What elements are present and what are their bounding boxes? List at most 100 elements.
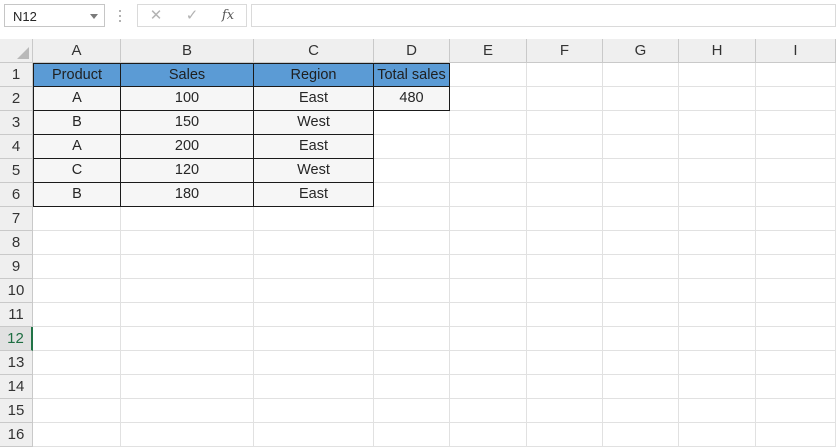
cell-f7[interactable] bbox=[527, 207, 603, 231]
cell-i15[interactable] bbox=[756, 399, 836, 423]
cell-a9[interactable] bbox=[33, 255, 121, 279]
cell-d15[interactable] bbox=[374, 399, 450, 423]
cell-g10[interactable] bbox=[603, 279, 679, 303]
cell-h1[interactable] bbox=[679, 63, 756, 87]
cell-b3[interactable]: 150 bbox=[121, 111, 254, 135]
cell-h8[interactable] bbox=[679, 231, 756, 255]
cell-a8[interactable] bbox=[33, 231, 121, 255]
row-header-4[interactable]: 4 bbox=[0, 135, 33, 159]
cell-h3[interactable] bbox=[679, 111, 756, 135]
checkmark-icon[interactable]: ✓ bbox=[182, 8, 202, 24]
cell-f11[interactable] bbox=[527, 303, 603, 327]
cell-f13[interactable] bbox=[527, 351, 603, 375]
row-header-13[interactable]: 13 bbox=[0, 351, 33, 375]
cell-b8[interactable] bbox=[121, 231, 254, 255]
cell-b16[interactable] bbox=[121, 423, 254, 447]
cell-i16[interactable] bbox=[756, 423, 836, 447]
row-header-2[interactable]: 2 bbox=[0, 87, 33, 111]
cell-a6[interactable]: B bbox=[33, 183, 121, 207]
row-header-8[interactable]: 8 bbox=[0, 231, 33, 255]
column-header-c[interactable]: C bbox=[254, 39, 374, 63]
cell-g16[interactable] bbox=[603, 423, 679, 447]
cell-d8[interactable] bbox=[374, 231, 450, 255]
cell-f8[interactable] bbox=[527, 231, 603, 255]
cell-i2[interactable] bbox=[756, 87, 836, 111]
row-header-11[interactable]: 11 bbox=[0, 303, 33, 327]
cell-a14[interactable] bbox=[33, 375, 121, 399]
cell-e15[interactable] bbox=[450, 399, 527, 423]
cell-b5[interactable]: 120 bbox=[121, 159, 254, 183]
column-header-i[interactable]: I bbox=[756, 39, 836, 63]
cell-b4[interactable]: 200 bbox=[121, 135, 254, 159]
cell-i10[interactable] bbox=[756, 279, 836, 303]
cell-d3[interactable] bbox=[374, 111, 450, 135]
cell-a16[interactable] bbox=[33, 423, 121, 447]
cell-a5[interactable]: C bbox=[33, 159, 121, 183]
row-header-14[interactable]: 14 bbox=[0, 375, 33, 399]
cell-c14[interactable] bbox=[254, 375, 374, 399]
cell-e3[interactable] bbox=[450, 111, 527, 135]
cell-b13[interactable] bbox=[121, 351, 254, 375]
cell-i14[interactable] bbox=[756, 375, 836, 399]
column-header-d[interactable]: D bbox=[374, 39, 450, 63]
cell-h13[interactable] bbox=[679, 351, 756, 375]
chevron-down-icon[interactable] bbox=[90, 14, 98, 19]
cell-h15[interactable] bbox=[679, 399, 756, 423]
row-header-10[interactable]: 10 bbox=[0, 279, 33, 303]
cell-c12[interactable] bbox=[254, 327, 374, 351]
column-header-g[interactable]: G bbox=[603, 39, 679, 63]
cell-f6[interactable] bbox=[527, 183, 603, 207]
cell-i6[interactable] bbox=[756, 183, 836, 207]
cell-a2[interactable]: A bbox=[33, 87, 121, 111]
cell-h9[interactable] bbox=[679, 255, 756, 279]
cell-b2[interactable]: 100 bbox=[121, 87, 254, 111]
insert-function-button[interactable]: fx bbox=[218, 8, 238, 24]
cell-i13[interactable] bbox=[756, 351, 836, 375]
cell-g7[interactable] bbox=[603, 207, 679, 231]
cell-h7[interactable] bbox=[679, 207, 756, 231]
cell-c13[interactable] bbox=[254, 351, 374, 375]
cell-g15[interactable] bbox=[603, 399, 679, 423]
cell-f5[interactable] bbox=[527, 159, 603, 183]
cell-i12[interactable] bbox=[756, 327, 836, 351]
cell-a13[interactable] bbox=[33, 351, 121, 375]
cell-c9[interactable] bbox=[254, 255, 374, 279]
cell-c8[interactable] bbox=[254, 231, 374, 255]
cell-a7[interactable] bbox=[33, 207, 121, 231]
cell-e6[interactable] bbox=[450, 183, 527, 207]
cell-e2[interactable] bbox=[450, 87, 527, 111]
cell-i4[interactable] bbox=[756, 135, 836, 159]
cell-f3[interactable] bbox=[527, 111, 603, 135]
cell-h16[interactable] bbox=[679, 423, 756, 447]
cell-c16[interactable] bbox=[254, 423, 374, 447]
cell-f10[interactable] bbox=[527, 279, 603, 303]
cell-e10[interactable] bbox=[450, 279, 527, 303]
cell-f2[interactable] bbox=[527, 87, 603, 111]
cell-d7[interactable] bbox=[374, 207, 450, 231]
cell-g14[interactable] bbox=[603, 375, 679, 399]
cell-e1[interactable] bbox=[450, 63, 527, 87]
column-header-e[interactable]: E bbox=[450, 39, 527, 63]
cell-c11[interactable] bbox=[254, 303, 374, 327]
cell-d5[interactable] bbox=[374, 159, 450, 183]
cell-i11[interactable] bbox=[756, 303, 836, 327]
cell-d12[interactable] bbox=[374, 327, 450, 351]
cell-a10[interactable] bbox=[33, 279, 121, 303]
cell-i9[interactable] bbox=[756, 255, 836, 279]
column-header-a[interactable]: A bbox=[33, 39, 121, 63]
cell-h14[interactable] bbox=[679, 375, 756, 399]
cell-g3[interactable] bbox=[603, 111, 679, 135]
cell-g1[interactable] bbox=[603, 63, 679, 87]
cell-d14[interactable] bbox=[374, 375, 450, 399]
cell-c5[interactable]: West bbox=[254, 159, 374, 183]
select-all-button[interactable] bbox=[0, 39, 33, 63]
cell-a1[interactable]: Product bbox=[33, 63, 121, 87]
cell-e13[interactable] bbox=[450, 351, 527, 375]
cell-g13[interactable] bbox=[603, 351, 679, 375]
cell-e9[interactable] bbox=[450, 255, 527, 279]
cell-f14[interactable] bbox=[527, 375, 603, 399]
cell-c6[interactable]: East bbox=[254, 183, 374, 207]
cell-b6[interactable]: 180 bbox=[121, 183, 254, 207]
cell-g4[interactable] bbox=[603, 135, 679, 159]
cell-c7[interactable] bbox=[254, 207, 374, 231]
